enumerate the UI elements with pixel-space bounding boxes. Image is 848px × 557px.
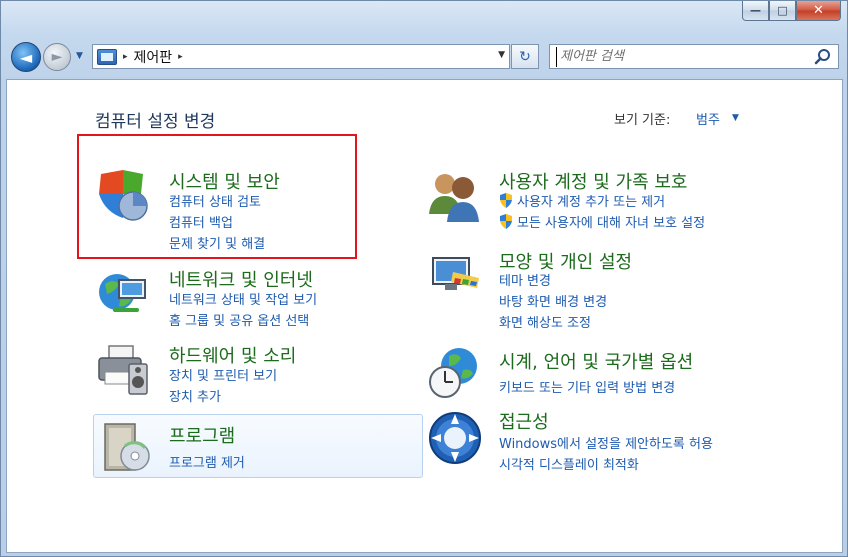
chevron-down-icon[interactable]: ▼ (732, 113, 739, 123)
user-accounts-icon[interactable] (427, 168, 483, 224)
network-internet-icon[interactable] (95, 266, 151, 322)
breadcrumb-arrow-icon[interactable]: ▸ (178, 52, 183, 62)
link-change-desktop-background[interactable]: 바탕 화면 배경 변경 (499, 291, 607, 310)
view-by-dropdown[interactable]: 범주 (696, 109, 720, 128)
link-adjust-resolution[interactable]: 화면 해상도 조정 (499, 312, 591, 331)
breadcrumb-arrow-icon[interactable]: ▸ (123, 52, 128, 62)
address-bar[interactable]: ▸ 제어판 ▸ ▼ (92, 44, 510, 69)
window-controls: — □ ✕ (742, 1, 841, 21)
search-icon[interactable] (814, 48, 832, 66)
address-dropdown-icon[interactable]: ▼ (498, 50, 505, 60)
category-title-programs[interactable]: 프로그램 (169, 422, 235, 448)
programs-icon[interactable] (99, 420, 155, 476)
appearance-icon[interactable] (427, 248, 483, 304)
uac-shield-icon (500, 214, 512, 229)
view-by-label: 보기 기준: (614, 113, 671, 128)
link-uninstall-program[interactable]: 프로그램 제거 (169, 452, 245, 471)
link-optimize-display[interactable]: 시각적 디스플레이 최적화 (499, 454, 639, 473)
link-change-theme[interactable]: 테마 변경 (499, 270, 551, 289)
breadcrumb-control-panel[interactable]: 제어판 (134, 47, 173, 67)
link-review-computer-status[interactable]: 컴퓨터 상태 검토 (169, 191, 261, 210)
link-text[interactable]: 사용자 계정 추가 또는 제거 (517, 195, 665, 210)
refresh-button[interactable]: ↻ (511, 44, 539, 69)
category-title-clock-language-region[interactable]: 시계, 언어 및 국가별 옵션 (499, 348, 693, 374)
link-add-remove-accounts[interactable]: 사용자 계정 추가 또는 제거 (499, 191, 665, 210)
link-backup-computer[interactable]: 컴퓨터 백업 (169, 212, 233, 231)
back-button[interactable]: ◄ (11, 42, 41, 72)
forward-button[interactable]: ► (43, 43, 71, 71)
link-parental-controls[interactable]: 모든 사용자에 대해 자녀 보호 설정 (499, 212, 705, 231)
close-button[interactable]: ✕ (796, 1, 841, 21)
clock-language-region-icon[interactable] (427, 344, 483, 400)
content-pane: 컴퓨터 설정 변경 보기 기준: 범주 ▼ 시스템 및 보안 컴퓨터 상태 검토… (6, 79, 843, 553)
link-text[interactable]: 모든 사용자에 대해 자녀 보호 설정 (517, 216, 705, 231)
ease-of-access-icon[interactable] (427, 410, 483, 466)
minimize-button[interactable]: — (742, 1, 769, 21)
page-title: 컴퓨터 설정 변경 (95, 112, 216, 132)
window-frame: — □ ✕ ◄ ► ▼ ▸ 제어판 ▸ ▼ ↻ 컴퓨터 설정 변경 보기 기준:… (0, 0, 848, 557)
link-view-network-status[interactable]: 네트워크 상태 및 작업 보기 (169, 289, 317, 308)
link-change-input-methods[interactable]: 키보드 또는 기타 입력 방법 변경 (499, 377, 675, 396)
system-security-icon[interactable] (95, 168, 151, 224)
control-panel-icon (97, 48, 117, 65)
maximize-button[interactable]: □ (769, 1, 796, 21)
search-box[interactable] (549, 44, 839, 69)
link-homegroup-sharing[interactable]: 홈 그룹 및 공유 옵션 선택 (169, 310, 309, 329)
link-find-fix-problems[interactable]: 문제 찾기 및 해결 (169, 233, 265, 252)
uac-shield-icon (500, 193, 512, 208)
hardware-sound-icon[interactable] (95, 342, 151, 398)
category-title-ease-of-access[interactable]: 접근성 (499, 408, 549, 434)
recent-pages-dropdown[interactable]: ▼ (76, 51, 83, 61)
link-add-device[interactable]: 장치 추가 (169, 386, 221, 405)
link-let-windows-suggest[interactable]: Windows에서 설정을 제안하도록 허용 (499, 433, 713, 452)
search-input[interactable] (556, 46, 806, 67)
link-view-devices-printers[interactable]: 장치 및 프린터 보기 (169, 365, 277, 384)
